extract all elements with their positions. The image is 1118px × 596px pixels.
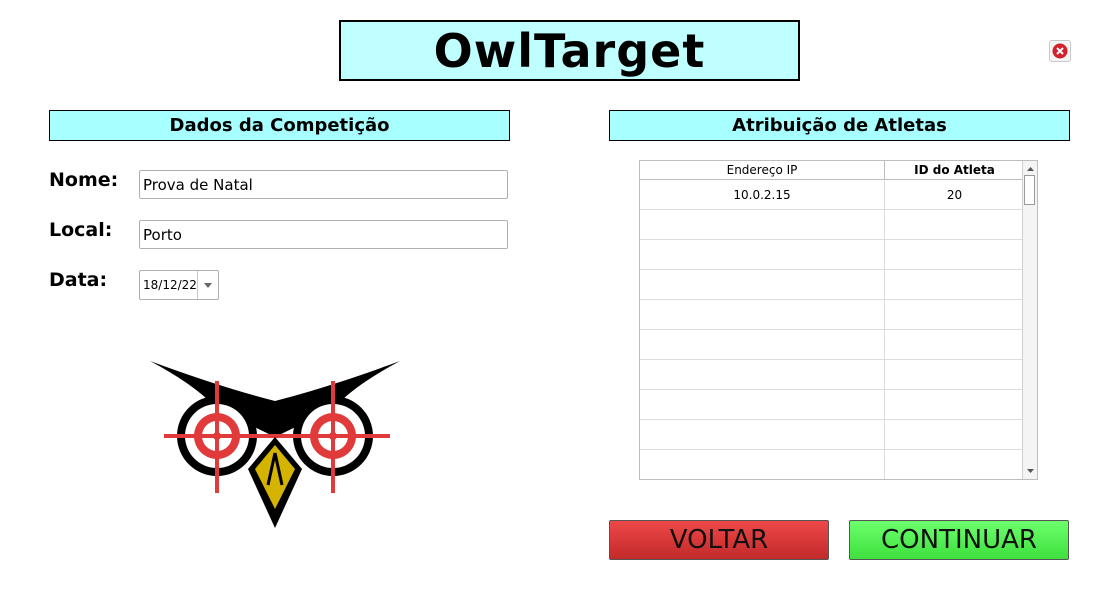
date-label: Data: bbox=[49, 269, 108, 291]
table-header: Endereço IP ID do Atleta bbox=[640, 161, 1024, 180]
name-label: Nome: bbox=[49, 169, 119, 191]
table-row[interactable] bbox=[640, 390, 1024, 420]
close-button[interactable] bbox=[1049, 40, 1071, 62]
athletes-table[interactable]: Endereço IP ID do Atleta 10.0.2.15 20 bbox=[639, 160, 1038, 480]
ip-cell[interactable] bbox=[640, 420, 885, 449]
table-body: 10.0.2.15 20 bbox=[640, 180, 1024, 479]
athlete-id-cell[interactable] bbox=[885, 450, 1024, 479]
column-header-athlete-id[interactable]: ID do Atleta bbox=[885, 161, 1024, 179]
location-input[interactable] bbox=[139, 220, 508, 249]
ip-cell[interactable] bbox=[640, 210, 885, 239]
athletes-section-title: Atribuição de Atletas bbox=[732, 115, 947, 136]
ip-cell[interactable] bbox=[640, 360, 885, 389]
scroll-up-button[interactable] bbox=[1023, 163, 1037, 175]
date-picker[interactable]: 18/12/22 bbox=[139, 270, 219, 300]
athlete-id-cell[interactable] bbox=[885, 300, 1024, 329]
athlete-id-cell[interactable] bbox=[885, 330, 1024, 359]
column-header-ip[interactable]: Endereço IP bbox=[640, 161, 885, 179]
ip-cell[interactable] bbox=[640, 390, 885, 419]
chevron-down-icon bbox=[204, 282, 212, 288]
owl-logo bbox=[150, 361, 400, 528]
competition-section-title: Dados da Competição bbox=[169, 115, 390, 136]
ip-cell[interactable] bbox=[640, 450, 885, 479]
athlete-id-cell[interactable] bbox=[885, 360, 1024, 389]
scroll-thumb[interactable] bbox=[1024, 175, 1035, 205]
table-row[interactable]: 10.0.2.15 20 bbox=[640, 180, 1024, 210]
table-row[interactable] bbox=[640, 360, 1024, 390]
table-row[interactable] bbox=[640, 330, 1024, 360]
date-dropdown-button[interactable] bbox=[197, 271, 218, 299]
athlete-id-cell[interactable] bbox=[885, 270, 1024, 299]
ip-cell[interactable] bbox=[640, 240, 885, 269]
ip-cell[interactable] bbox=[640, 270, 885, 299]
athlete-id-cell[interactable]: 20 bbox=[885, 180, 1024, 209]
app-title: OwlTarget bbox=[433, 23, 706, 78]
table-row[interactable] bbox=[640, 300, 1024, 330]
table-row[interactable] bbox=[640, 270, 1024, 300]
close-icon bbox=[1052, 43, 1068, 59]
table-row[interactable] bbox=[640, 420, 1024, 450]
date-value[interactable]: 18/12/22 bbox=[140, 271, 197, 299]
athlete-id-cell[interactable] bbox=[885, 420, 1024, 449]
athlete-id-cell[interactable] bbox=[885, 240, 1024, 269]
scroll-down-button[interactable] bbox=[1023, 465, 1037, 477]
athlete-id-cell[interactable] bbox=[885, 210, 1024, 239]
app-title-box: OwlTarget bbox=[339, 20, 800, 81]
athletes-section-header: Atribuição de Atletas bbox=[609, 110, 1070, 141]
ip-cell[interactable] bbox=[640, 330, 885, 359]
continue-button[interactable]: CONTINUAR bbox=[849, 520, 1069, 560]
back-button[interactable]: VOLTAR bbox=[609, 520, 829, 560]
location-label: Local: bbox=[49, 219, 113, 241]
competition-section-header: Dados da Competição bbox=[49, 110, 510, 141]
table-row[interactable] bbox=[640, 210, 1024, 240]
chevron-down-icon bbox=[1026, 469, 1034, 473]
chevron-up-icon bbox=[1026, 167, 1034, 171]
ip-cell[interactable] bbox=[640, 300, 885, 329]
name-input[interactable] bbox=[139, 170, 508, 199]
ip-cell[interactable]: 10.0.2.15 bbox=[640, 180, 885, 209]
athlete-id-cell[interactable] bbox=[885, 390, 1024, 419]
table-row[interactable] bbox=[640, 450, 1024, 479]
table-row[interactable] bbox=[640, 240, 1024, 270]
table-scrollbar[interactable] bbox=[1022, 161, 1037, 479]
